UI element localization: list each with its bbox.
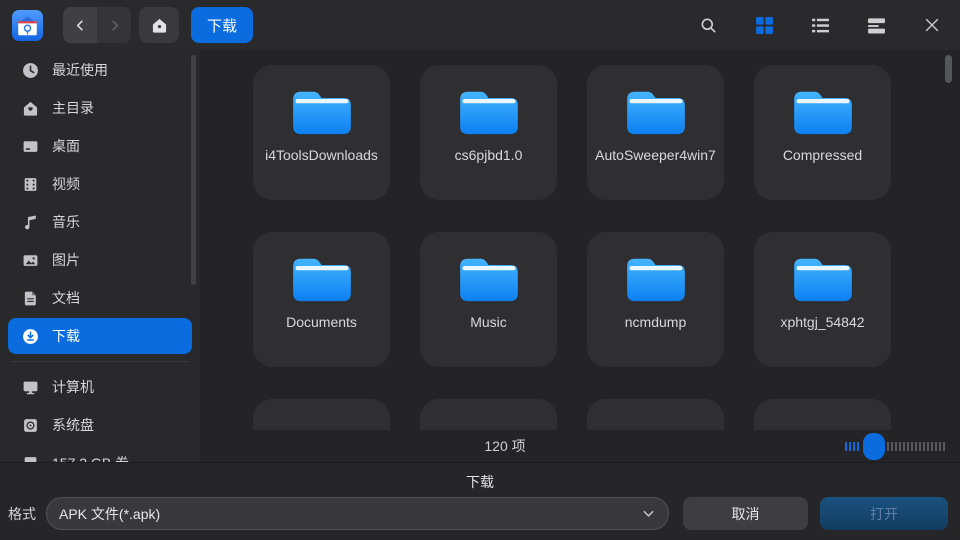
sidebar-item-label: 文档 — [52, 288, 80, 308]
folder-grid-viewport: i4ToolsDownloads cs6pjbd1.0 AutoSweeper4… — [200, 50, 960, 430]
home-button[interactable] — [139, 7, 179, 43]
folder-name: ncmdump — [625, 313, 686, 332]
cancel-button[interactable]: 取消 — [683, 497, 808, 530]
sidebar-item-label: 桌面 — [52, 136, 80, 156]
forward-button[interactable] — [97, 7, 131, 43]
folder-name: cs6pjbd1.0 — [455, 146, 523, 165]
folder-name: xphtgj_54842 — [780, 313, 864, 332]
document-icon — [22, 290, 39, 307]
folder-name: Music — [470, 313, 507, 332]
home-icon — [22, 100, 39, 117]
sidebar-item[interactable]: 主目录 — [8, 90, 192, 126]
sidebar-item-label: 主目录 — [52, 98, 94, 118]
sidebar-item-label: 图片 — [52, 250, 80, 270]
titlebar: 下载 — [0, 0, 960, 50]
compact-view-icon[interactable] — [858, 7, 894, 43]
file-area: i4ToolsDownloads cs6pjbd1.0 AutoSweeper4… — [200, 50, 960, 462]
folder-tile[interactable]: Compressed — [754, 65, 891, 200]
folder-tile[interactable]: ncmdump — [587, 232, 724, 367]
sidebar-item[interactable]: 最近使用 — [8, 52, 192, 88]
format-select-value: APK 文件(*.apk) — [59, 504, 641, 524]
list-view-icon[interactable] — [802, 7, 838, 43]
file-manager-window: 下载 最近使用 主目录 桌面 视频 — [0, 0, 960, 540]
sidebar-item[interactable]: 视频 — [8, 166, 192, 202]
folder-tile-partial[interactable] — [420, 399, 557, 430]
back-button[interactable] — [63, 7, 97, 43]
slider-thumb[interactable] — [863, 433, 885, 460]
folder-tile[interactable]: xphtgj_54842 — [754, 232, 891, 367]
sidebar: 最近使用 主目录 桌面 视频 音乐 图片 — [0, 50, 200, 462]
open-button[interactable]: 打开 — [820, 497, 948, 530]
computer-icon — [22, 379, 39, 396]
folder-grid: i4ToolsDownloads cs6pjbd1.0 AutoSweeper4… — [253, 65, 960, 430]
folder-tile[interactable]: Documents — [253, 232, 390, 367]
sidebar-item[interactable]: 文档 — [8, 280, 192, 316]
format-select[interactable]: APK 文件(*.apk) — [46, 497, 669, 530]
folder-name: AutoSweeper4win7 — [595, 146, 716, 165]
folder-name: Documents — [286, 313, 357, 332]
item-count-label: 120 项 — [50, 436, 960, 456]
download-icon — [22, 328, 39, 345]
folder-tile[interactable]: i4ToolsDownloads — [253, 65, 390, 200]
folder-tile[interactable]: Music — [420, 232, 557, 367]
folder-icon — [791, 86, 855, 136]
folder-name: i4ToolsDownloads — [265, 146, 378, 165]
sidebar-item[interactable]: 下载 — [8, 318, 192, 354]
file-area-scrollbar[interactable] — [945, 55, 952, 83]
folder-icon — [290, 253, 354, 303]
desktop-icon — [22, 138, 39, 155]
folder-icon — [791, 253, 855, 303]
sidebar-item-label: 音乐 — [52, 212, 80, 232]
format-label: 格式 — [8, 504, 36, 524]
folder-icon — [457, 86, 521, 136]
close-icon[interactable] — [914, 7, 950, 43]
clock-icon — [22, 62, 39, 79]
sidebar-item-label: 计算机 — [52, 377, 94, 397]
folder-tile-partial[interactable] — [253, 399, 390, 430]
sidebar-item-label: 视频 — [52, 174, 80, 194]
folder-name: Compressed — [783, 146, 862, 165]
dialog-title: 下载 — [0, 472, 960, 492]
search-icon[interactable] — [690, 7, 726, 43]
sidebar-item-label: 最近使用 — [52, 60, 108, 80]
sidebar-item-label: 下载 — [52, 326, 80, 346]
folder-tile-partial[interactable] — [754, 399, 891, 430]
sidebar-item[interactable]: 图片 — [8, 242, 192, 278]
file-manager-app-icon — [12, 10, 43, 41]
folder-icon — [624, 86, 688, 136]
slider-ticks-filled — [845, 442, 861, 451]
file-chooser-bar: 下载 格式 APK 文件(*.apk) 取消 打开 — [0, 462, 960, 540]
sidebar-scrollbar[interactable] — [191, 55, 196, 285]
sidebar-item[interactable]: 计算机 — [8, 369, 192, 405]
icon-size-slider[interactable] — [845, 432, 945, 460]
folder-tile[interactable]: cs6pjbd1.0 — [420, 65, 557, 200]
folder-icon — [457, 253, 521, 303]
sidebar-separator — [12, 361, 188, 362]
nav-buttons — [63, 7, 131, 43]
folder-tile[interactable]: AutoSweeper4win7 — [587, 65, 724, 200]
video-icon — [22, 176, 39, 193]
image-icon — [22, 252, 39, 269]
dialog-controls-row: 格式 APK 文件(*.apk) 取消 打开 — [8, 497, 948, 530]
slider-ticks-empty — [887, 442, 945, 451]
folder-icon — [624, 253, 688, 303]
breadcrumb-downloads[interactable]: 下载 — [191, 7, 253, 43]
grid-view-icon[interactable] — [746, 7, 782, 43]
status-bar: 120 项 — [0, 430, 960, 462]
folder-tile-partial[interactable] — [587, 399, 724, 430]
music-icon — [22, 214, 39, 231]
folder-icon — [290, 86, 354, 136]
sidebar-item[interactable]: 桌面 — [8, 128, 192, 164]
sidebar-item[interactable]: 音乐 — [8, 204, 192, 240]
chevron-down-icon — [641, 506, 656, 521]
